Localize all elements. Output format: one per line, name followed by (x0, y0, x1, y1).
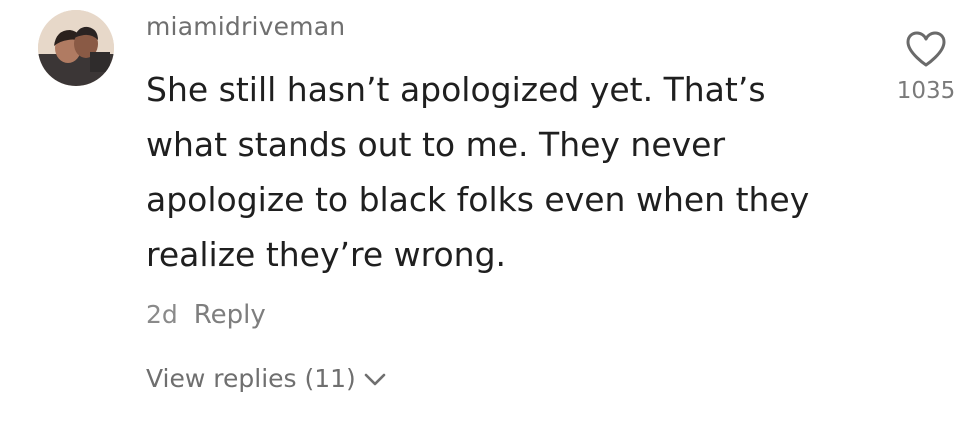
comment-meta: 2d Reply (146, 300, 266, 330)
avatar-photo (38, 10, 114, 86)
timestamp: 2d (146, 300, 178, 329)
comment-text-line: what stands out to me. They never (146, 125, 726, 164)
comment-body: She still hasn’t apologized yet. That’s … (146, 62, 866, 282)
avatar[interactable] (38, 10, 114, 86)
comment-item: miamidriveman She still hasn’t apologize… (0, 0, 980, 422)
comment-text-line: She still hasn’t apologized yet. That’s (146, 70, 766, 109)
comment-text-line: realize they’re wrong. (146, 235, 507, 274)
username[interactable]: miamidriveman (146, 12, 345, 41)
like-control: 1035 (890, 30, 962, 104)
view-replies-button[interactable]: View replies (11) (146, 364, 386, 393)
reply-button[interactable]: Reply (194, 300, 266, 330)
chevron-down-icon (364, 364, 386, 393)
heart-outline-icon[interactable] (890, 30, 962, 72)
comment-text-line: apologize to black folks even when they (146, 180, 810, 219)
like-count: 1035 (896, 78, 956, 104)
view-replies-label: View replies (11) (146, 364, 356, 393)
